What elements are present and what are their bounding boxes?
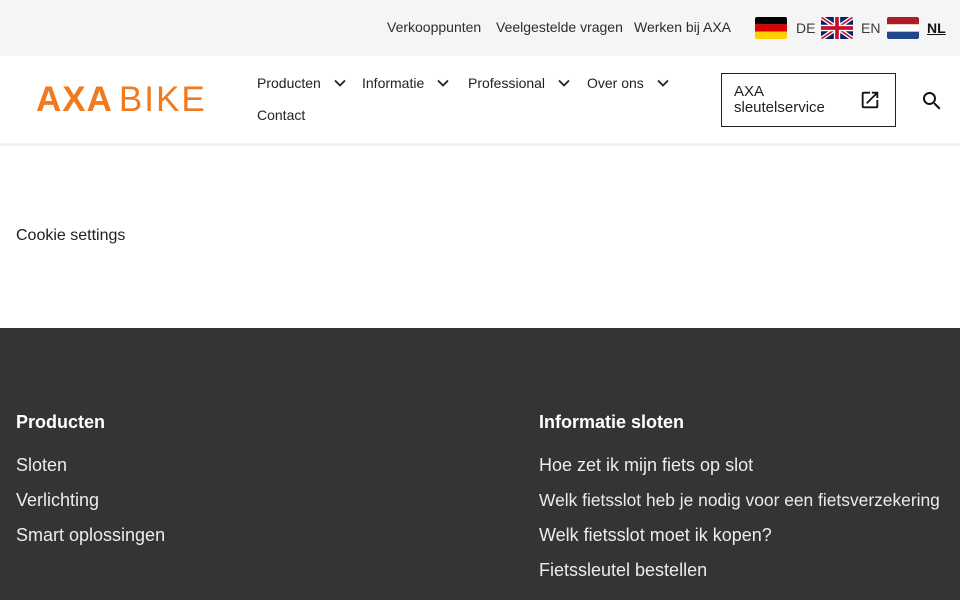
footer-heading-informatie-sloten: Informatie sloten xyxy=(539,412,685,432)
nav-over-ons-label: Over ons xyxy=(587,75,644,91)
key-service-button[interactable]: AXA sleutelservice xyxy=(721,73,896,127)
nav-professional[interactable]: Professional xyxy=(468,75,571,91)
chevron-down-icon xyxy=(558,79,570,87)
language-nl[interactable]: NL xyxy=(927,20,946,36)
site-footer: Producten Sloten Verlichting Smart oplos… xyxy=(0,328,960,600)
footer-link-kopen[interactable]: Welk fietsslot moet ik kopen? xyxy=(539,525,772,546)
logo-axa-text: AXA xyxy=(36,80,113,119)
chevron-down-icon xyxy=(334,79,346,87)
nav-professional-label: Professional xyxy=(468,75,546,91)
footer-link-op-slot[interactable]: Hoe zet ik mijn fiets op slot xyxy=(539,455,753,476)
footer-link-smart[interactable]: Smart oplossingen xyxy=(16,525,165,546)
uk-flag-icon[interactable] xyxy=(821,17,853,39)
external-link-icon xyxy=(861,91,879,109)
nav-informatie[interactable]: Informatie xyxy=(362,75,450,91)
top-utility-bar: Verkooppunten Veelgestelde vragen Werken… xyxy=(0,0,960,56)
nav-over-ons[interactable]: Over ons xyxy=(587,75,670,91)
nav-producten-label: Producten xyxy=(257,75,321,91)
language-de[interactable]: DE xyxy=(796,20,815,36)
footer-link-sloten[interactable]: Sloten xyxy=(16,455,67,476)
footer-link-verzekering[interactable]: Welk fietsslot heb je nodig voor een fie… xyxy=(539,490,940,511)
footer-link-verlichting[interactable]: Verlichting xyxy=(16,490,99,511)
nav-informatie-label: Informatie xyxy=(362,75,425,91)
netherlands-flag-icon[interactable] xyxy=(887,17,919,39)
search-icon[interactable] xyxy=(920,89,944,113)
nav-contact-label: Contact xyxy=(257,107,306,123)
language-en[interactable]: EN xyxy=(861,20,880,36)
germany-flag-icon[interactable] xyxy=(755,17,787,39)
utility-link-faq[interactable]: Veelgestelde vragen xyxy=(496,19,623,35)
utility-link-jobs[interactable]: Werken bij AXA xyxy=(634,19,731,35)
footer-heading-producten: Producten xyxy=(16,412,106,432)
nav-contact[interactable]: Contact xyxy=(257,107,305,123)
chevron-down-icon xyxy=(657,79,669,87)
axa-bike-logo[interactable]: AXA BIKE xyxy=(36,80,207,120)
footer-link-sleutel[interactable]: Fietssleutel bestellen xyxy=(539,560,707,581)
nav-producten[interactable]: Producten xyxy=(257,75,347,91)
logo-bike-text: BIKE xyxy=(118,80,207,119)
chevron-down-icon xyxy=(437,79,449,87)
cookie-settings-text[interactable]: Cookie settings xyxy=(16,227,125,245)
utility-link-verkooppunten[interactable]: Verkooppunten xyxy=(387,19,481,35)
key-service-label: AXA sleutelservice xyxy=(734,83,825,116)
